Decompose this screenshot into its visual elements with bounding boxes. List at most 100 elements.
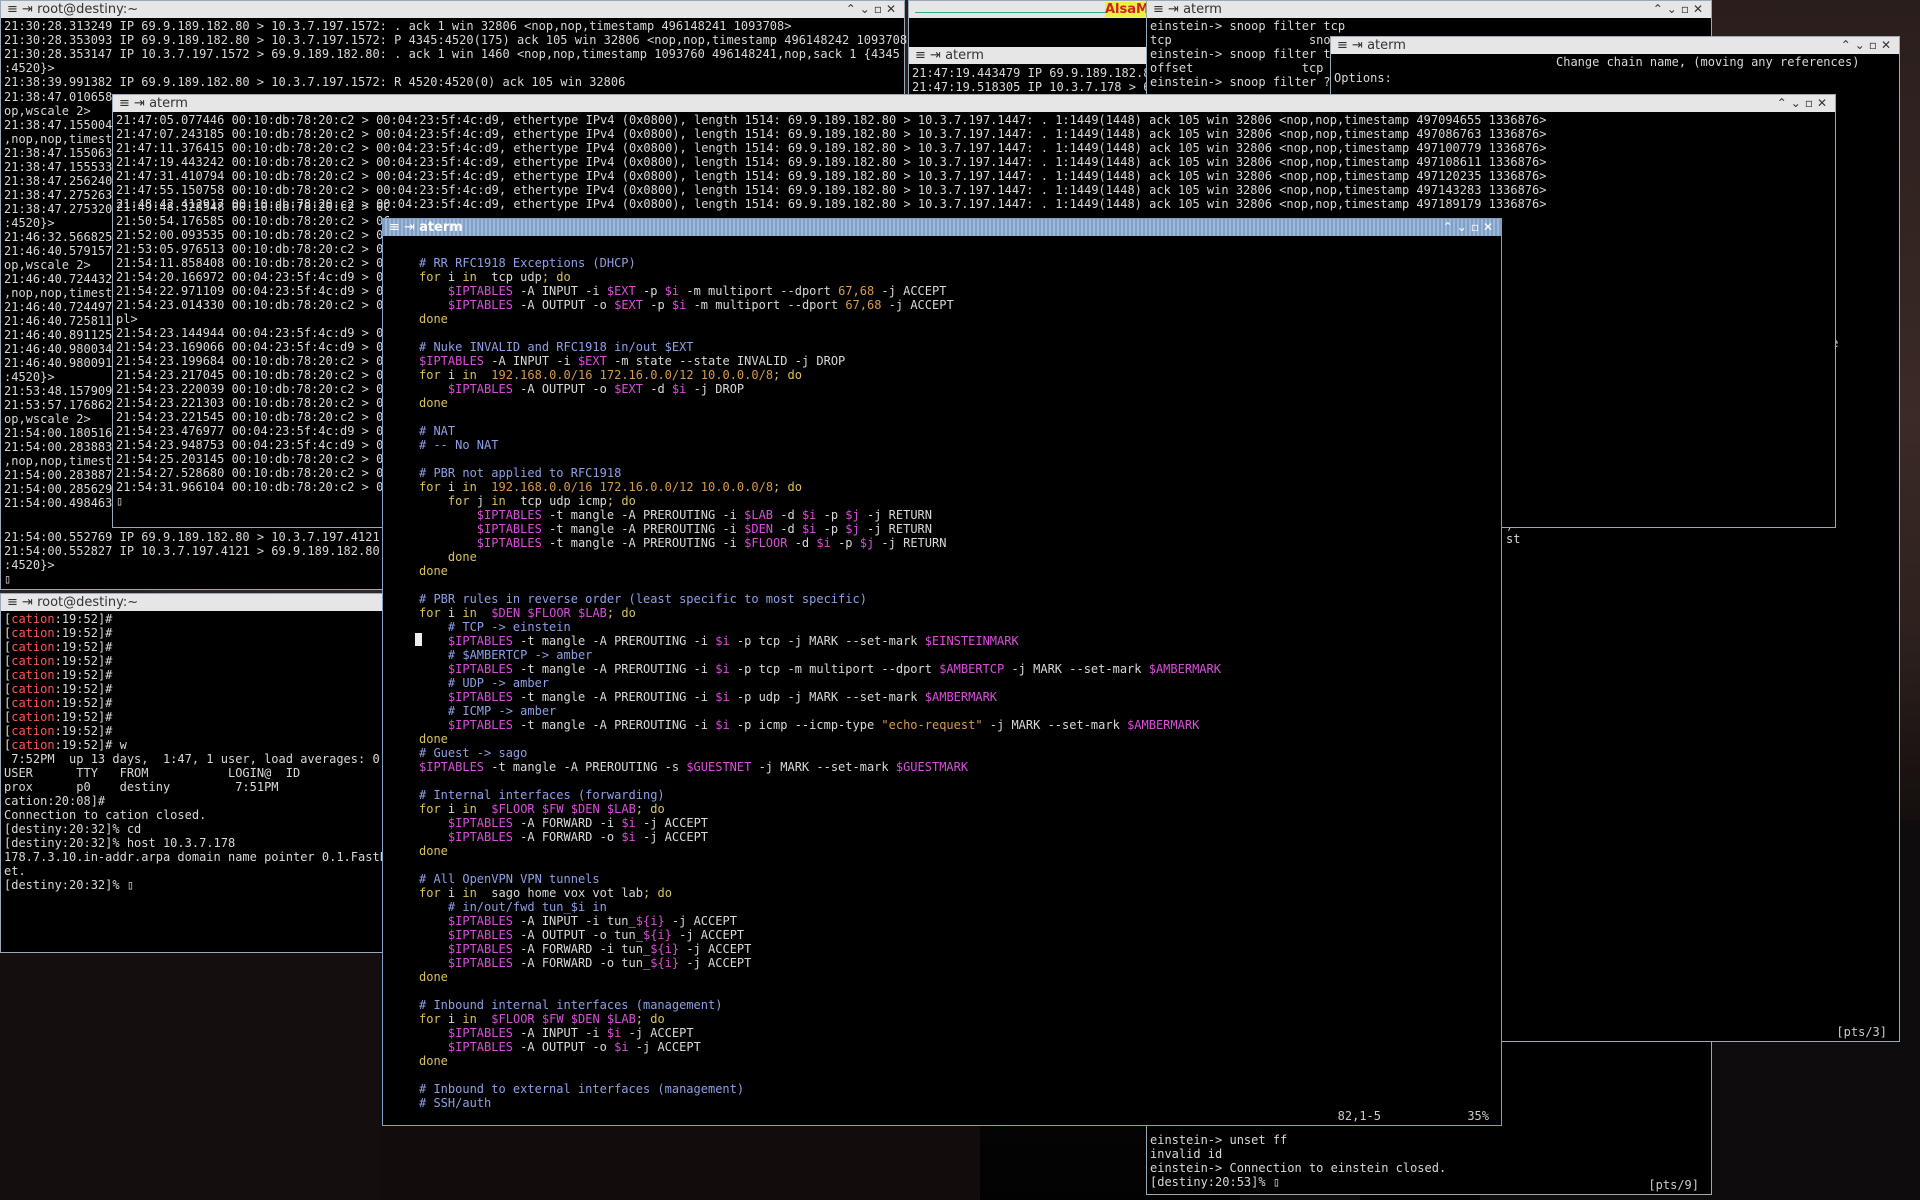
code-token: in: [462, 886, 477, 900]
code-line: # Inbound to external interfaces (manage…: [419, 1082, 1498, 1096]
prompt-host: cation: [11, 668, 55, 682]
terminal-line: 21:53:57.176862: [4, 398, 113, 412]
window-titlebar[interactable]: ≡ ⇥ aterm ⌃⌄▫✕: [113, 95, 1835, 112]
terminal-line: 21:49:48.328548 00:10:db:78:20:c2 > 0C: [116, 200, 389, 214]
terminal-output-left: 21:38:47.010658 op,wscale 2> 21:38:47.1550…: [1, 89, 115, 511]
code-token: $GUESTMARK: [895, 760, 969, 774]
code-token: $i: [715, 690, 730, 704]
window-menu-icon[interactable]: ≡ ⇥: [7, 2, 37, 17]
code-line: done: [419, 1054, 1498, 1068]
code-line: $IPTABLES -t mangle -A PREROUTING -i $LA…: [419, 508, 1498, 522]
code-token: $FLOOR $FW $DEN $LAB: [491, 802, 636, 816]
terminal-line: 21:54:27.528680 00:10:db:78:20:c2 > 0C: [116, 466, 389, 480]
code-token: $IPTABLES: [447, 816, 513, 830]
vim-editor-buffer[interactable]: # RR RFC1918 Exceptions (DHCP) for i in t…: [383, 236, 1501, 1117]
window-titlebar[interactable]: ≡ ⇥ aterm ⌃⌄▫✕: [1147, 1, 1711, 18]
prompt-host: cation: [11, 710, 55, 724]
code-token: $FLOOR: [744, 536, 788, 550]
code-token: -j ACCEPT: [621, 1026, 694, 1040]
code-token: done: [419, 1054, 448, 1068]
window-titlebar-2[interactable]: ≡ ⇥ aterm: [909, 47, 1147, 64]
terminal-line: 21:30:28.353093 IP 69.9.189.182.80 > 10.…: [4, 33, 907, 47]
code-line: $IPTABLES -A FORWARD -i $i -j ACCEPT: [419, 816, 1498, 830]
code-token: -j ACCEPT: [679, 956, 752, 970]
code-token: done: [419, 844, 448, 858]
code-line: $IPTABLES -A FORWARD -o $i -j ACCEPT: [419, 830, 1498, 844]
vim-percent: 35%: [1467, 1109, 1489, 1123]
code-token: -A FORWARD -i tun_: [512, 942, 651, 956]
terminal-line: 21:38:47.155004: [4, 118, 113, 132]
window-controls[interactable]: ⌃⌄▫✕: [1841, 37, 1895, 54]
window-menu-icon[interactable]: ≡ ⇥: [1337, 38, 1367, 53]
code-line: $IPTABLES -A INPUT -i $EXT -p $i -m mult…: [419, 284, 1498, 298]
code-token: $IPTABLES: [447, 956, 513, 970]
shell-prompt-line: [cation:19:52]#: [4, 640, 120, 654]
window-titlebar[interactable]: ≡ ⇥ aterm ⌃⌄▫✕: [1331, 37, 1899, 54]
terminal-window-vim[interactable]: ≡ ⇥ aterm ⌃⌄▫✕ # RR RFC1918 Exceptions (…: [382, 218, 1502, 1126]
code-token: $IPTABLES: [476, 536, 542, 550]
code-token: $j: [859, 536, 875, 550]
shell-prompt-line: [cation:19:52]#: [4, 682, 120, 696]
terminal-window-bottom-left[interactable]: ≡ ⇥ root@destiny:~ [cation:19:52]# [cati…: [0, 593, 390, 953]
window-titlebar[interactable]: ≡ ⇥ root@destiny:~: [1, 594, 389, 611]
terminal-line: [destiny:20:32]% host 10.3.7.178: [4, 836, 236, 850]
terminal-line: ,nop,nop,timest: [4, 286, 113, 300]
terminal-line: 21:54:23.948753 00:04:23:5f:4c:d9 > 0C: [116, 438, 389, 452]
window-controls[interactable]: ⌃⌄▫✕: [1653, 1, 1707, 18]
window-menu-icon[interactable]: ≡ ⇥: [915, 48, 945, 63]
window-menu-icon[interactable]: ≡ ⇥: [389, 220, 419, 235]
window-controls[interactable]: ⌃⌄▫✕: [846, 1, 900, 18]
code-token: -j MARK --set-mark: [751, 760, 896, 774]
window-menu-icon[interactable]: ≡ ⇥: [1153, 2, 1183, 17]
code-token: # PBR rules in reverse order (least spec…: [419, 592, 867, 606]
window-title: root@destiny:~: [37, 2, 139, 17]
code-token: -d: [787, 536, 817, 550]
pty-label: [pts/9]: [1648, 1178, 1699, 1192]
code-token: -t mangle -A PREROUTING -i: [541, 522, 745, 536]
code-line: # in/out/fwd tun_$i in: [419, 900, 1498, 914]
shell-prompt-line: [cation:19:52]#: [4, 668, 120, 682]
code-line: for i in tcp udp; do: [419, 270, 1498, 284]
code-token: # in/out/fwd tun_$i in: [447, 900, 607, 914]
code-token: -p icmp --icmp-type: [729, 718, 882, 732]
code-line: done: [419, 312, 1498, 326]
terminal-line: 21:38:47.275263: [4, 188, 113, 202]
code-token: done: [419, 732, 448, 746]
code-token: for: [419, 368, 441, 382]
terminal-line: 21:54:23.221303 00:10:db:78:20:c2 > 0C: [116, 396, 389, 410]
code-token: $i: [816, 536, 831, 550]
code-token: $AMBERMARK: [924, 690, 998, 704]
code-token: $j: [845, 522, 860, 536]
code-token: -p: [830, 536, 860, 550]
terminal-line: 21:54:23.144944 00:04:23:5f:4c:d9 > 0C: [116, 326, 389, 340]
window-menu-icon[interactable]: ≡ ⇥: [7, 595, 37, 610]
code-token: for: [419, 802, 441, 816]
terminal-line: 21:54:23.217045 00:10:db:78:20:c2 > 0C: [116, 368, 389, 382]
window-titlebar[interactable]: AlsaMi: [909, 1, 1147, 18]
code-token: $LAB: [744, 508, 774, 522]
window-title: aterm: [419, 220, 463, 235]
code-token: $IPTABLES: [476, 508, 542, 522]
window-controls[interactable]: ⌃⌄▫✕: [1777, 95, 1831, 112]
prompt-time: 19:52: [61, 738, 98, 752]
code-token: $IPTABLES: [447, 1026, 513, 1040]
code-line: for i in 192.168.0.0/16 172.16.0.0/12 10…: [419, 480, 1498, 494]
terminal-line: [destiny:20:53]% ▯: [1150, 1175, 1281, 1189]
code-token: -j DROP: [686, 382, 745, 396]
window-controls[interactable]: ⌃⌄▫✕: [1443, 219, 1497, 236]
prompt-time: 19:52: [61, 626, 98, 640]
code-token: ${i}: [642, 928, 672, 942]
code-line: $IPTABLES -A OUTPUT -o tun_${i} -j ACCEP…: [419, 928, 1498, 942]
prompt-host: cation: [11, 654, 55, 668]
terminal-line: 21:46:40.724432: [4, 272, 113, 286]
code-token: sago home vox vot lab: [484, 886, 644, 900]
window-menu-icon[interactable]: ≡ ⇥: [119, 96, 149, 111]
window-titlebar[interactable]: ≡ ⇥ root@destiny:~ ⌃⌄▫✕: [1, 1, 904, 18]
window-titlebar[interactable]: ≡ ⇥ aterm ⌃⌄▫✕: [383, 219, 1501, 236]
terminal-output-bottom: 21:54:00.552769 IP 69.9.189.182.80 > 10.…: [1, 529, 387, 587]
terminal-window-top-middle[interactable]: AlsaMi ≡ ⇥ aterm 21:47:19.443479 IP 69.9…: [908, 0, 1150, 100]
code-token: # SSH/auth: [419, 1096, 492, 1110]
